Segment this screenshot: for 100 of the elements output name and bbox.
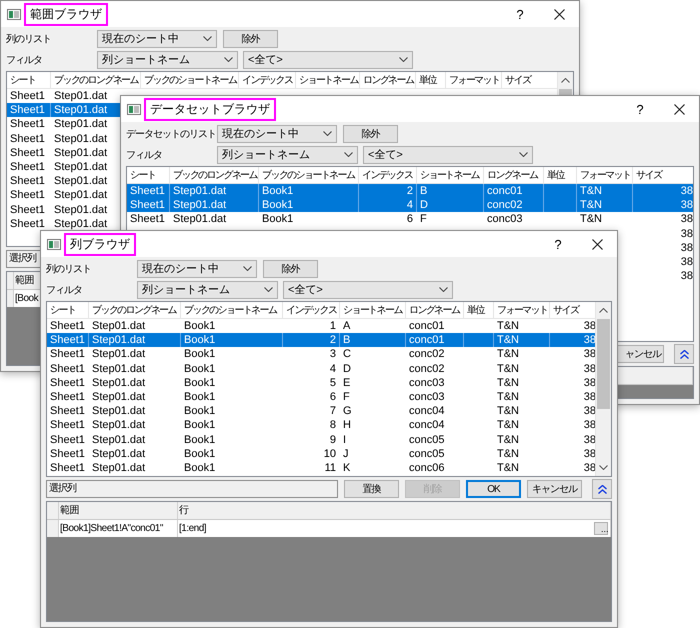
filter-dropdown[interactable]: 列ショートネーム <box>137 280 278 298</box>
table-cell: K <box>343 462 350 474</box>
table-cell: conc03 <box>409 376 444 389</box>
chevron-down-icon[interactable] <box>599 465 608 470</box>
table-cell: H <box>343 419 351 432</box>
table-cell: Sheet1 <box>10 189 45 202</box>
table-cell: Sheet1 <box>50 348 85 360</box>
chevron-down-icon[interactable] <box>243 266 252 271</box>
chevron-down-icon[interactable] <box>344 152 353 157</box>
table-cell: B <box>420 185 428 197</box>
exclude-button[interactable]: 除外 <box>223 30 278 48</box>
table-cell: conc06 <box>409 462 444 474</box>
table-cell: Step01.dat <box>54 189 108 202</box>
table-cell: A <box>343 320 350 332</box>
double-chevron-up-icon[interactable] <box>598 484 606 494</box>
table-cell: Step01.dat <box>92 376 146 389</box>
close-icon[interactable] <box>592 238 602 250</box>
table-cell: Sheet1 <box>50 334 85 346</box>
help-button[interactable]: ? <box>501 6 539 22</box>
chevron-up-icon[interactable] <box>561 78 570 83</box>
table-cell: Sheet1 <box>10 90 45 102</box>
table-cell: 11 <box>324 462 336 474</box>
table-cell: conc04 <box>409 419 444 432</box>
table-cell: Book1 <box>184 376 216 389</box>
table-cell: 3 <box>330 348 336 360</box>
table-cell: Sheet1 <box>50 434 85 446</box>
table-row[interactable]: Sheet1 Step01.dat Book1 2 B conc01 T&N 38 <box>47 333 595 348</box>
window-title: 列ブラウザ <box>64 232 136 256</box>
table-cell: Book1 <box>184 462 216 474</box>
scrollbar-thumb[interactable] <box>597 319 610 409</box>
list-dropdown[interactable]: 現在のシート中 <box>97 30 217 48</box>
table-row[interactable]: Sheet1 Step01.dat Book1 2 B conc01 T&N 38 <box>127 184 693 198</box>
table-cell: 38 <box>584 448 596 460</box>
collapse-button[interactable] <box>674 344 694 364</box>
exclude-button[interactable]: 除外 <box>263 260 318 278</box>
chevron-down-icon[interactable] <box>224 57 233 62</box>
list-dropdown[interactable]: 現在のシート中 <box>137 260 257 278</box>
table-cell: Book1 <box>184 419 216 432</box>
help-button[interactable]: ? <box>539 236 577 252</box>
column-header[interactable]: 範囲 <box>59 502 178 519</box>
filter-dropdown[interactable]: 列ショートネーム <box>97 50 238 68</box>
table-cell: Step01.dat <box>54 104 108 116</box>
table-row[interactable]: Sheet1 Step01.dat Book1 4 D conc02 T&N 38 <box>127 198 693 212</box>
table-cell: conc01 <box>487 185 522 197</box>
table-cell: 9 <box>330 434 336 446</box>
list-dropdown[interactable]: 現在のシート中 <box>217 124 337 142</box>
table-cell: T&N <box>497 348 519 360</box>
scrollbar[interactable] <box>595 302 611 476</box>
table-cell: conc02 <box>409 348 444 360</box>
table-cell: Sheet1 <box>50 390 85 403</box>
close-icon[interactable] <box>554 8 564 20</box>
chevron-up-icon[interactable] <box>599 308 608 313</box>
table-cell: 8 <box>330 419 336 432</box>
value-dropdown[interactable]: <全て> <box>363 146 533 164</box>
double-chevron-up-icon[interactable] <box>680 350 688 358</box>
table-cell: Step01.dat <box>92 334 146 346</box>
chevron-down-icon[interactable] <box>264 287 273 292</box>
dialog-button[interactable]: OK <box>466 480 521 498</box>
value-dropdown[interactable]: <全て> <box>283 280 453 298</box>
table-cell: conc04 <box>409 405 444 418</box>
table-cell: conc01 <box>409 334 444 346</box>
field-label: フィルタ <box>126 148 163 162</box>
table-cell: Book1 <box>184 334 216 346</box>
table-cell: 1 <box>330 320 336 332</box>
column-header[interactable]: 行 <box>178 502 611 519</box>
dialog-button[interactable]: キャンセル <box>527 480 582 498</box>
table-cell: 38 <box>680 242 693 254</box>
exclude-button[interactable]: 除外 <box>343 124 398 142</box>
table-cell: 38 <box>584 362 596 375</box>
table-cell: Sheet1 <box>10 118 45 130</box>
table-cell: Sheet1 <box>50 462 85 474</box>
chevron-down-icon[interactable] <box>439 287 448 292</box>
table-cell: Book1 <box>184 362 216 375</box>
table-cell: 5 <box>330 376 336 389</box>
table-cell: T&N <box>497 434 519 446</box>
table-cell: Step01.dat <box>92 390 146 403</box>
close-icon[interactable] <box>674 104 684 114</box>
filter-dropdown[interactable]: 列ショートネーム <box>217 146 358 164</box>
table-cell: Book1 <box>184 348 216 360</box>
table-cell: B <box>343 334 350 346</box>
table-cell: Step01.dat <box>92 362 146 375</box>
chevron-down-icon[interactable] <box>399 57 408 62</box>
chevron-down-icon[interactable] <box>519 152 528 157</box>
table-cell: 38 <box>680 228 693 240</box>
help-button[interactable]: ? <box>621 102 659 116</box>
browse-button[interactable]: ... <box>594 522 608 535</box>
table-cell: Book1 <box>184 434 216 446</box>
table-cell: Sheet1 <box>10 104 45 116</box>
table-cell: Sheet1 <box>50 419 85 432</box>
table-cell: Sheet1 <box>10 218 45 230</box>
value-dropdown[interactable]: <全て> <box>243 50 413 68</box>
dialog-button[interactable]: 置換 <box>344 480 399 498</box>
chevron-down-icon[interactable] <box>203 36 212 41</box>
table-cell: Sheet1 <box>50 405 85 418</box>
collapse-button[interactable] <box>592 479 612 499</box>
table-cell: Step01.dat <box>54 160 108 173</box>
chevron-down-icon[interactable] <box>323 131 332 136</box>
selection-field[interactable]: 選択列 <box>46 480 338 498</box>
table-cell: D <box>420 199 428 212</box>
table-cell: conc03 <box>409 390 444 403</box>
